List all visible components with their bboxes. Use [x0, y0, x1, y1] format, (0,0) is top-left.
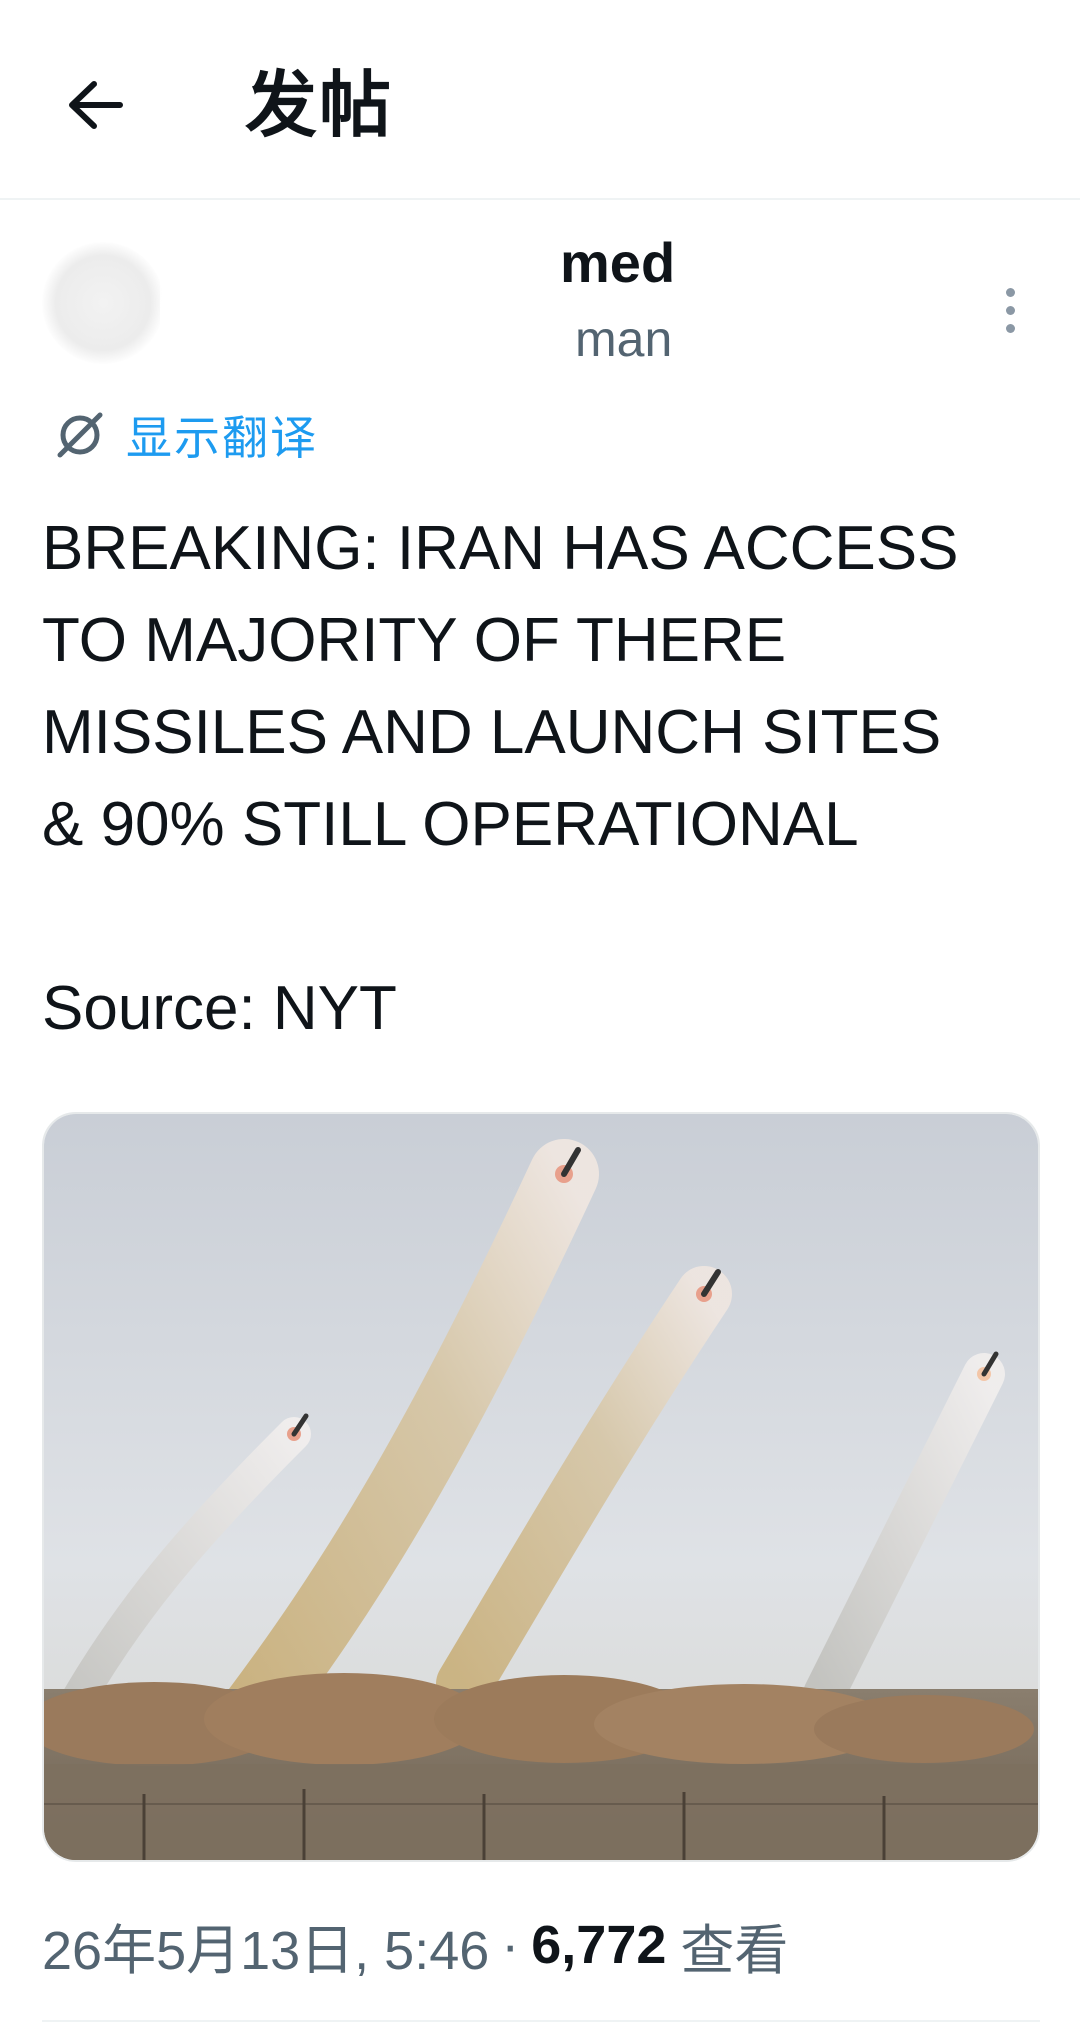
back-button[interactable]: [50, 60, 140, 150]
author-row: med man: [0, 230, 1080, 390]
tweet-text: BREAKING: IRAN HAS ACCESS TO MAJORITY OF…: [42, 514, 959, 1043]
avatar[interactable]: [42, 242, 164, 364]
page-title: 发帖: [245, 63, 394, 147]
translate-icon: [57, 412, 103, 458]
photo-missile-launch: [44, 1114, 1038, 1860]
tweet-metadata: 26年5月13日, 5:46 · 6,772 查看: [42, 1905, 788, 1985]
show-translation-label: 显示翻译: [126, 411, 318, 465]
more-dot: [1005, 323, 1015, 333]
meta-separator: ·: [501, 1915, 520, 1975]
show-translation-button[interactable]: 显示翻译: [54, 405, 318, 465]
author-display-name[interactable]: med: [560, 230, 675, 295]
author-handle[interactable]: man: [575, 310, 672, 368]
post-timestamp[interactable]: 26年5月13日, 5:46: [42, 1906, 489, 1985]
divider: [42, 2020, 1040, 2022]
arrow-left-icon: [69, 81, 123, 129]
more-vertical-icon: [1005, 287, 1015, 297]
tweet-media-image[interactable]: [42, 1112, 1040, 1862]
views-label: 查看: [680, 1920, 789, 1981]
views-count: 6,772: [531, 1915, 667, 1975]
redacted-name-area: [160, 234, 580, 384]
more-dot: [1005, 305, 1015, 315]
more-options-button[interactable]: [990, 270, 1030, 350]
top-app-bar: 发帖: [0, 0, 1080, 200]
